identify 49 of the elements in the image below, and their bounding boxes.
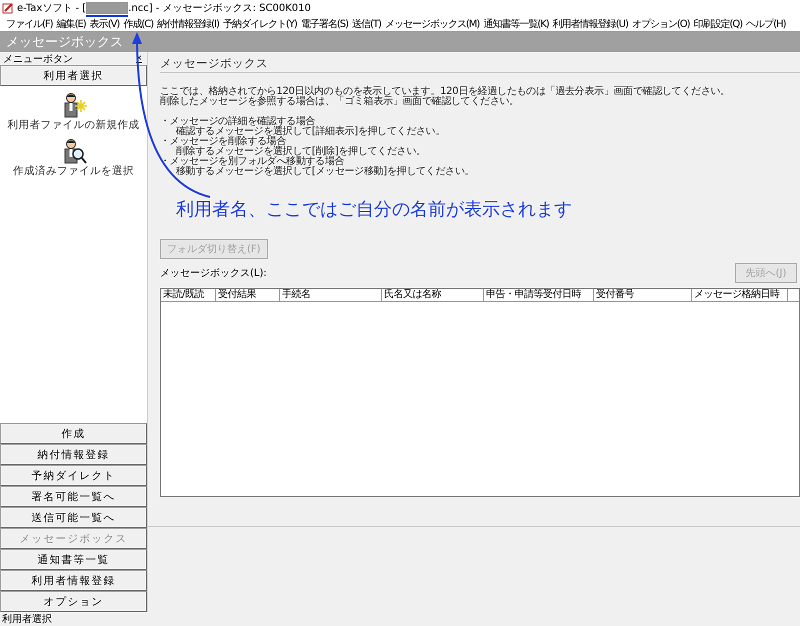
menu-item[interactable]: 利用者情報登録(U) bbox=[552, 16, 628, 30]
menu-button[interactable]: オプション bbox=[0, 591, 147, 612]
column-header[interactable]: 申告・申請等受付日時 bbox=[484, 289, 594, 301]
bullet-heading: ・メッセージの詳細を確認する場合 bbox=[160, 117, 316, 127]
column-header[interactable]: 未読/既読 bbox=[161, 289, 216, 301]
menu-button[interactable]: 作成 bbox=[0, 423, 147, 444]
menu-item[interactable]: オプション(O) bbox=[632, 16, 690, 30]
menu-item[interactable]: 納付情報登録(I) bbox=[157, 16, 219, 30]
menu-item[interactable]: 電子署名(S) bbox=[300, 16, 348, 30]
column-header[interactable]: 氏名又は名称 bbox=[382, 289, 484, 301]
redacted-block bbox=[86, 2, 128, 14]
intro-text: 削除したメッセージを参照する場合は、「ゴミ箱表示」画面で確認してください。 bbox=[160, 97, 520, 107]
annotation-text: 利用者名、ここではご自分の名前が表示されます bbox=[176, 199, 572, 220]
menu-button[interactable]: 署名可能一覧へ bbox=[0, 486, 147, 507]
bullet-heading: ・メッセージを別フォルダへ移動する場合 bbox=[160, 157, 346, 167]
menu-item[interactable]: 印刷設定(Q) bbox=[694, 16, 742, 30]
annotation-underline bbox=[86, 15, 128, 17]
window-title: .ncc] - メッセージボックス: SC00K010 bbox=[128, 2, 311, 15]
column-header[interactable]: メッセージ格納日時 bbox=[692, 289, 788, 301]
user-select-button[interactable]: 利用者選択 bbox=[0, 65, 147, 86]
column-header[interactable]: 受付番号 bbox=[594, 289, 692, 301]
bullet-detail: 削除するメッセージを選択して[削除]を押してください。 bbox=[175, 147, 427, 157]
column-header[interactable]: 手続名 bbox=[280, 289, 382, 301]
action-item[interactable]: 利用者ファイルの新規作成 bbox=[8, 92, 140, 132]
bullet-heading: ・メッセージを削除する場合 bbox=[160, 137, 286, 147]
menu-button[interactable]: 通知書等一覧 bbox=[0, 549, 147, 570]
menu-button[interactable]: 予納ダイレクト bbox=[0, 465, 147, 486]
bullet-detail: 確認するメッセージを選択して[詳細表示]を押してください。 bbox=[175, 127, 446, 137]
menu-item[interactable]: 通知書等一覧(K) bbox=[483, 16, 549, 30]
page-header: メッセージボックス bbox=[0, 31, 800, 52]
bullet-detail: 移動するメッセージを選択して[メッセージ移動]を押してください。 bbox=[175, 167, 476, 177]
window-title: e-Taxソフト - [ bbox=[17, 2, 86, 15]
menu-item[interactable]: ヘルプ(H) bbox=[746, 16, 786, 30]
list-label: メッセージボックス(L): bbox=[160, 267, 267, 280]
menu-item[interactable]: ファイル(F) bbox=[6, 16, 53, 30]
menu-button[interactable]: 利用者情報登録 bbox=[0, 570, 147, 591]
menu-item[interactable]: 表示(V) bbox=[90, 16, 120, 30]
intro-text: ここでは、格納されてから120日以内のものを表示しています。120日を経過したものは「過去分表示」画面で確認してください。 bbox=[160, 87, 731, 97]
menu-item[interactable]: 送信(T) bbox=[352, 16, 381, 30]
section-title: メッセージボックス bbox=[160, 52, 800, 73]
menu-item[interactable]: 編集(E) bbox=[56, 16, 86, 30]
menu-button[interactable]: 送信可能一覧へ bbox=[0, 507, 147, 528]
action-item[interactable]: 作成済みファイルを選択 bbox=[13, 138, 134, 178]
column-header[interactable]: 受付結果 bbox=[216, 289, 280, 301]
menu-button[interactable]: 納付情報登録 bbox=[0, 444, 147, 465]
menu-item[interactable]: 作成(C) bbox=[123, 16, 154, 30]
menu-item[interactable]: メッセージボックス(M) bbox=[384, 16, 480, 30]
menu-item[interactable]: 予納ダイレクト(Y) bbox=[222, 16, 297, 30]
panel-label: メニューボタン bbox=[3, 52, 73, 66]
